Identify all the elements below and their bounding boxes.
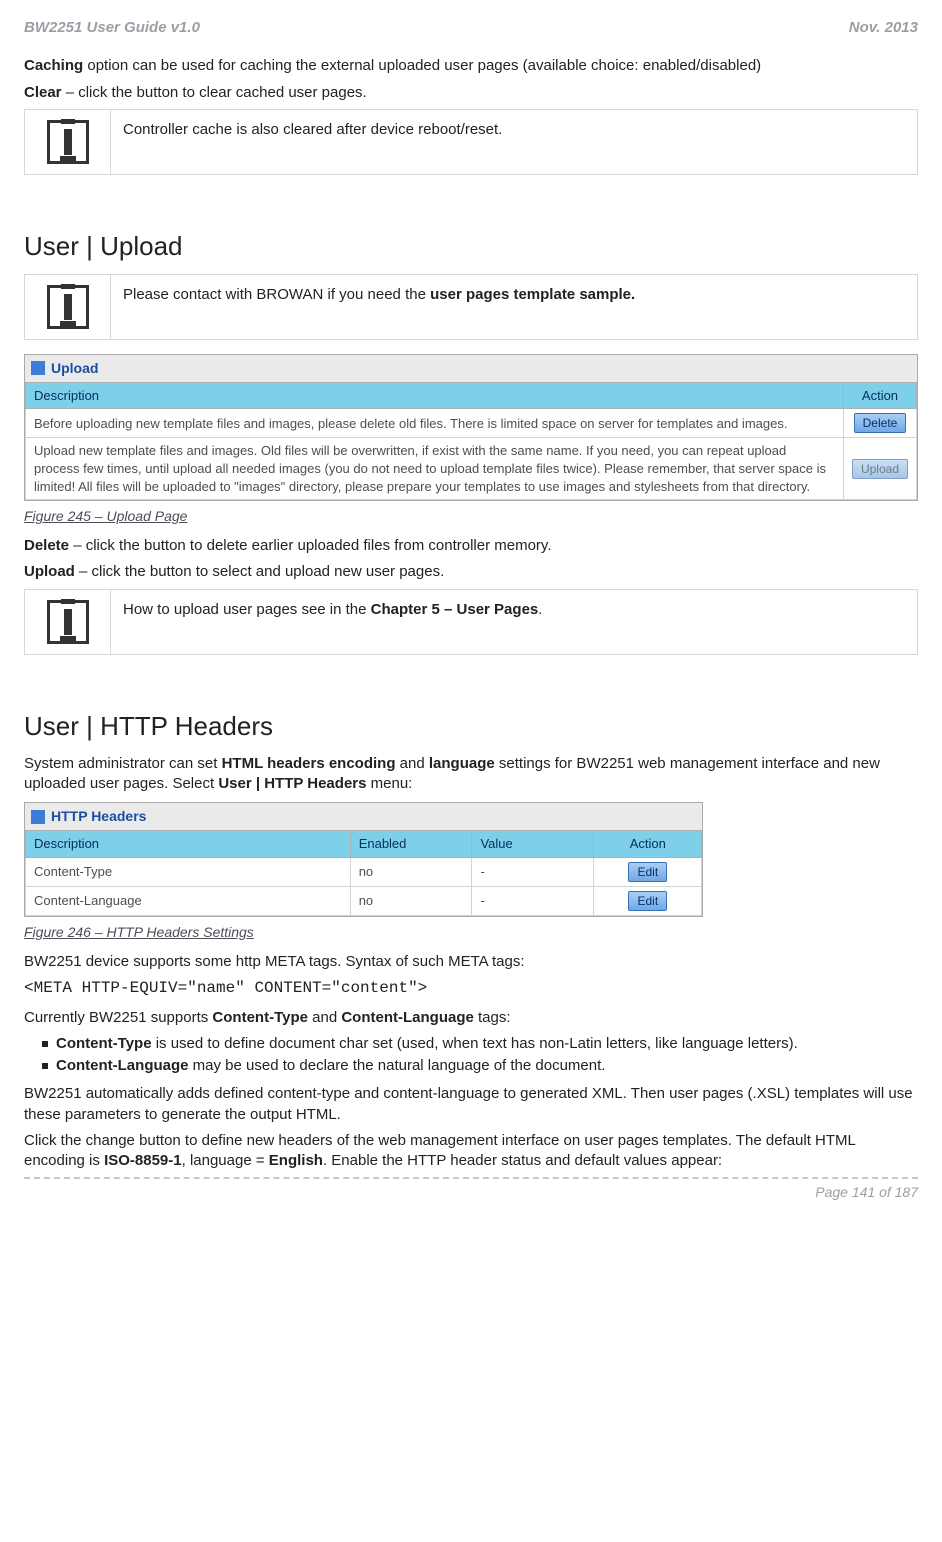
- cell-value: -: [472, 857, 594, 886]
- http-headers-panel: HTTP Headers Description Enabled Value A…: [24, 802, 703, 917]
- upload-panel: Upload Description Action Before uploadi…: [24, 354, 918, 501]
- upload-button[interactable]: Upload: [852, 459, 908, 479]
- doc-title: BW2251 User Guide v1.0: [24, 18, 200, 38]
- heading-upload: User | Upload: [24, 229, 918, 264]
- info-box-cache: Controller cache is also cleared after d…: [24, 109, 918, 175]
- http-headers-table: Description Enabled Value Action Content…: [25, 830, 702, 916]
- list-item: Content-Type is used to define document …: [42, 1034, 918, 1054]
- info-text: How to upload user pages see in the Chap…: [111, 589, 918, 654]
- table-row: Content-Type no - Edit: [26, 857, 702, 886]
- info-text: Controller cache is also cleared after d…: [111, 109, 918, 174]
- supports-line: Currently BW2251 supports Content-Type a…: [24, 1008, 918, 1028]
- meta-code: <META HTTP-EQUIV="name" CONTENT="content…: [24, 978, 918, 1000]
- cell-enabled: no: [350, 857, 472, 886]
- col-description: Description: [26, 830, 351, 857]
- cell-value: -: [472, 886, 594, 915]
- panel-icon: [31, 361, 45, 375]
- clear-label: Clear: [24, 84, 62, 101]
- col-description: Description: [26, 382, 844, 409]
- info-text: Please contact with BROWAN if you need t…: [111, 274, 918, 339]
- delete-paragraph: Delete – click the button to delete earl…: [24, 536, 918, 556]
- info-icon-cell: [25, 109, 111, 174]
- clear-paragraph: Clear – click the button to clear cached…: [24, 83, 918, 103]
- page-number: Page 141 of 187: [815, 1184, 918, 1200]
- page-footer: Page 141 of 187: [24, 1177, 918, 1202]
- cell-desc: Content-Language: [26, 886, 351, 915]
- panel-icon: [31, 810, 45, 824]
- col-action: Action: [594, 830, 702, 857]
- info-icon: [47, 120, 89, 164]
- info-box-chapter5: How to upload user pages see in the Chap…: [24, 589, 918, 655]
- meta-intro: BW2251 device supports some http META ta…: [24, 952, 918, 972]
- panel-titlebar: Upload: [25, 355, 917, 382]
- caching-paragraph: Caching option can be used for caching t…: [24, 56, 918, 76]
- cell-enabled: no: [350, 886, 472, 915]
- upload-table: Description Action Before uploading new …: [25, 382, 917, 500]
- row-desc: Upload new template files and images. Ol…: [26, 438, 844, 500]
- table-row: Upload new template files and images. Ol…: [26, 438, 917, 500]
- page-header: BW2251 User Guide v1.0 Nov. 2013: [24, 18, 918, 38]
- auto-line: BW2251 automatically adds defined conten…: [24, 1084, 918, 1125]
- col-action: Action: [843, 382, 916, 409]
- col-value: Value: [472, 830, 594, 857]
- heading-http-headers: User | HTTP Headers: [24, 709, 918, 744]
- http-intro: System administrator can set HTML header…: [24, 754, 918, 795]
- edit-button[interactable]: Edit: [628, 891, 667, 911]
- table-row: Content-Language no - Edit: [26, 886, 702, 915]
- panel-title-text: Upload: [51, 359, 98, 378]
- info-icon: [47, 600, 89, 644]
- info-icon: [47, 285, 89, 329]
- edit-button[interactable]: Edit: [628, 862, 667, 882]
- doc-date: Nov. 2013: [849, 18, 918, 38]
- delete-button[interactable]: Delete: [854, 413, 907, 433]
- caching-label: Caching: [24, 57, 83, 74]
- row-desc: Before uploading new template files and …: [26, 409, 844, 438]
- cell-desc: Content-Type: [26, 857, 351, 886]
- upload-paragraph: Upload – click the button to select and …: [24, 562, 918, 582]
- figure-caption-245: Figure 245 – Upload Page: [24, 507, 918, 526]
- figure-caption-246: Figure 246 – HTTP Headers Settings: [24, 923, 918, 942]
- panel-title-text: HTTP Headers: [51, 807, 146, 826]
- col-enabled: Enabled: [350, 830, 472, 857]
- table-row: Before uploading new template files and …: [26, 409, 917, 438]
- tag-list: Content-Type is used to define document …: [24, 1034, 918, 1077]
- closing-line: Click the change button to define new he…: [24, 1131, 918, 1172]
- info-box-upload-contact: Please contact with BROWAN if you need t…: [24, 274, 918, 340]
- list-item: Content-Language may be used to declare …: [42, 1056, 918, 1076]
- panel-titlebar: HTTP Headers: [25, 803, 702, 830]
